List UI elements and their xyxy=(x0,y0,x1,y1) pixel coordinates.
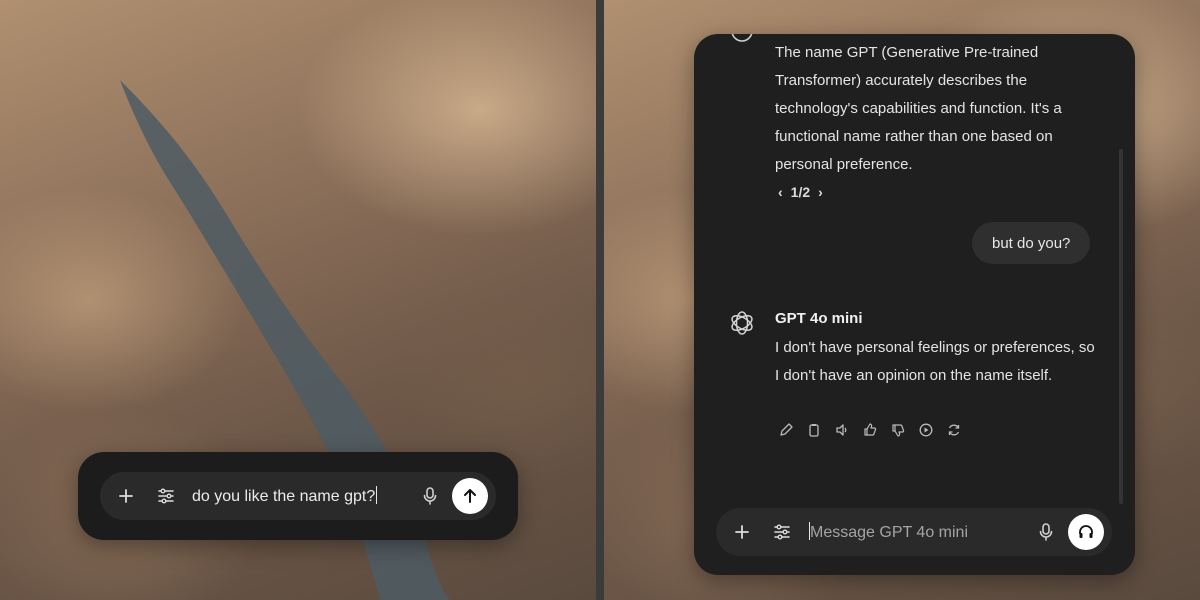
chat-composer[interactable]: Message GPT 4o mini xyxy=(716,508,1112,556)
mic-icon[interactable] xyxy=(1036,522,1056,542)
text-caret xyxy=(376,486,378,504)
play-icon[interactable] xyxy=(918,422,934,438)
add-icon[interactable] xyxy=(116,486,136,506)
send-button[interactable] xyxy=(452,478,488,514)
thumbs-down-icon[interactable] xyxy=(890,422,906,438)
chat-panel: The name GPT (Generative Pre-trained Tra… xyxy=(694,34,1135,575)
edit-icon[interactable] xyxy=(778,422,794,438)
assistant-avatar-icon xyxy=(727,34,757,46)
voice-mode-button[interactable] xyxy=(1068,514,1104,550)
pane-divider xyxy=(596,0,604,600)
sliders-icon[interactable] xyxy=(772,522,792,542)
add-icon[interactable] xyxy=(732,522,752,542)
assistant-avatar-icon xyxy=(727,308,757,338)
assistant-message-previous: The name GPT (Generative Pre-trained Tra… xyxy=(775,44,1062,173)
mic-icon[interactable] xyxy=(420,486,440,506)
chevron-right-icon[interactable]: › xyxy=(818,184,823,200)
regenerate-icon[interactable] xyxy=(946,422,962,438)
speaker-icon[interactable] xyxy=(834,422,850,438)
headphones-icon xyxy=(1079,525,1093,538)
message-actions xyxy=(778,422,962,438)
message-input-value[interactable]: do you like the name gpt? xyxy=(192,486,378,506)
chevron-left-icon[interactable]: ‹ xyxy=(778,184,783,200)
sliders-icon[interactable] xyxy=(156,486,176,506)
user-message-bubble: but do you? xyxy=(972,222,1091,264)
thumbs-up-icon[interactable] xyxy=(862,422,878,438)
arrow-up-icon xyxy=(464,489,476,503)
composer-container: do you like the name gpt? xyxy=(78,452,518,540)
assistant-name: GPT 4o mini xyxy=(775,310,863,327)
composer-input[interactable]: do you like the name gpt? xyxy=(100,472,496,520)
message-input[interactable]: Message GPT 4o mini xyxy=(808,522,968,542)
pager-label: 1/2 xyxy=(790,184,811,200)
right-pane: The name GPT (Generative Pre-trained Tra… xyxy=(604,0,1200,600)
assistant-message: I don't have personal feelings or prefer… xyxy=(775,339,1095,384)
copy-icon[interactable] xyxy=(806,422,822,438)
left-pane: do you like the name gpt? xyxy=(0,0,596,600)
response-pager: ‹ 1/2 › xyxy=(778,184,823,200)
chat-scrollbar[interactable] xyxy=(1119,149,1123,504)
